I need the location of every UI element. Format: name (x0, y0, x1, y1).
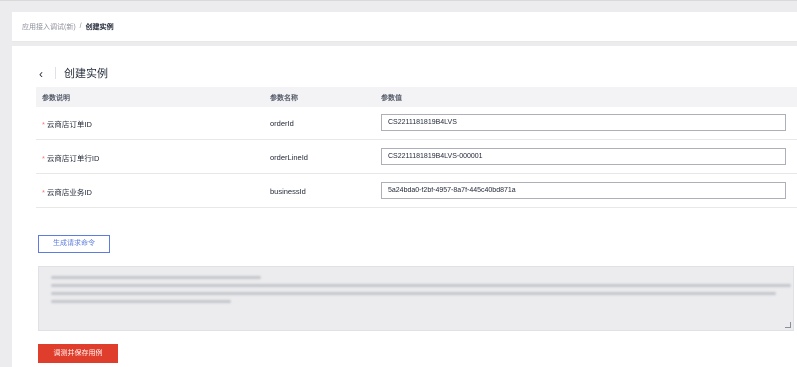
resize-handle-icon[interactable] (785, 322, 791, 328)
header-param-value: 参数值 (381, 95, 402, 102)
table-row: * 云商店订单ID orderId (36, 107, 797, 140)
order-line-id-field[interactable] (381, 148, 786, 165)
blurred-text (51, 276, 261, 279)
param-desc: * 云商店业务ID (42, 187, 92, 198)
required-mark: * (42, 120, 45, 129)
table-row: * 云商店业务ID businessId (36, 175, 797, 208)
back-icon[interactable]: ‹ (39, 68, 43, 80)
business-id-field[interactable] (381, 182, 786, 199)
order-id-field[interactable] (381, 114, 786, 131)
breadcrumb-separator: / (79, 23, 82, 30)
page-title: 创建实例 (64, 68, 108, 80)
debug-and-save-button[interactable]: 调测并保存用例 (38, 344, 118, 363)
header-param-desc: 参数说明 (42, 95, 70, 102)
header-param-name: 参数名称 (270, 95, 298, 102)
blurred-text (51, 292, 776, 295)
blurred-text (51, 300, 231, 303)
table-row: * 云商店订单行ID orderLineId (36, 141, 797, 174)
param-desc-label: 云商店订单ID (46, 120, 92, 129)
breadcrumb: 应用接入调试(新) / 创建实例 (12, 12, 797, 42)
create-instance-panel: ‹ 创建实例 参数说明 参数名称 参数值 *云商店订单ID orderId *云… (12, 46, 797, 367)
param-name: businessId (270, 187, 306, 196)
request-command-textarea[interactable] (38, 266, 794, 331)
param-desc-label: 云商店订单行ID (46, 154, 100, 163)
blurred-text (51, 284, 791, 287)
param-name: orderLineId (270, 153, 308, 162)
param-desc: * 云商店订单ID (42, 119, 92, 130)
top-divider (0, 0, 797, 1)
title-divider (55, 67, 56, 79)
breadcrumb-current: 创建实例 (85, 23, 114, 31)
param-desc-label: 云商店业务ID (46, 188, 92, 197)
required-mark: * (42, 188, 45, 197)
table-header: 参数说明 参数名称 参数值 (36, 87, 797, 107)
generate-request-button[interactable]: 生成请求命令 (38, 235, 110, 253)
required-mark: * (42, 154, 45, 163)
param-name: orderId (270, 119, 294, 128)
breadcrumb-parent-link[interactable]: 应用接入调试(新) (22, 22, 76, 32)
param-desc: * 云商店订单行ID (42, 153, 99, 164)
